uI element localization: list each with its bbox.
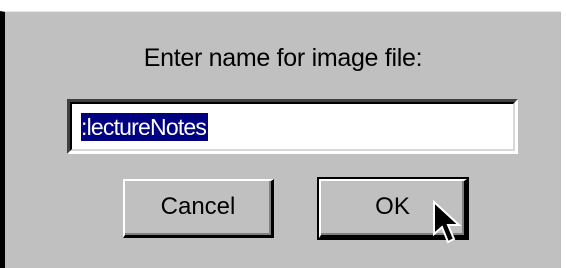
- cancel-button[interactable]: Cancel: [123, 179, 274, 238]
- image-filename-dialog: Enter name for image file: :lectureNotes…: [0, 0, 566, 268]
- arrow-pointer-icon: [433, 200, 462, 244]
- filename-input-value[interactable]: :lectureNotes: [81, 113, 209, 141]
- filename-input[interactable]: :lectureNotes: [67, 99, 518, 154]
- dialog-prompt: Enter name for image file:: [143, 44, 423, 72]
- cancel-button-label: Cancel: [160, 193, 236, 220]
